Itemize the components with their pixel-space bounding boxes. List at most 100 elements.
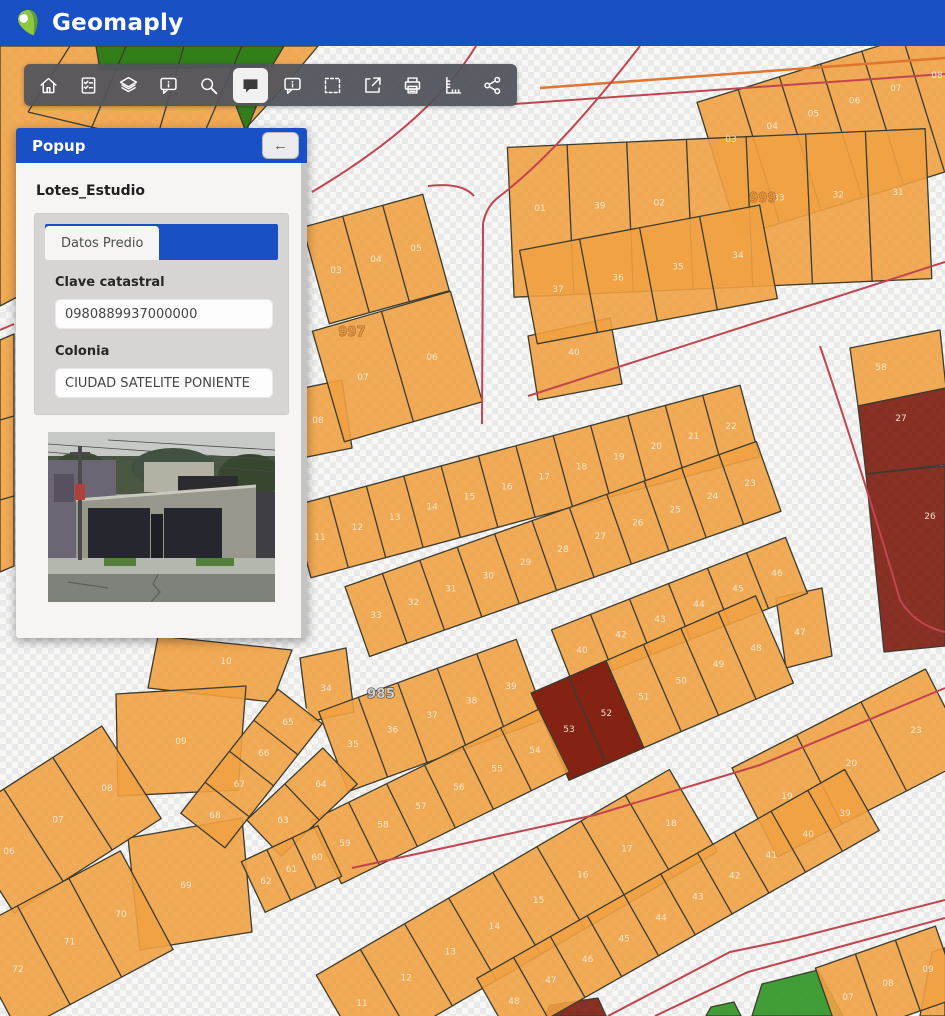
- parcel-number: 13: [445, 948, 456, 958]
- parcel-number: 66: [258, 749, 270, 759]
- parcel-number: 07: [890, 84, 901, 94]
- parcel-number: 58: [377, 820, 389, 830]
- parcel-number: 30: [482, 571, 494, 581]
- parcel-number: 41: [766, 851, 777, 861]
- print-icon[interactable]: [397, 70, 428, 101]
- parcel-number: 46: [582, 955, 594, 965]
- parcel-number: 50: [675, 676, 687, 686]
- parcel-number: 59: [339, 839, 351, 849]
- parcel-number: 35: [672, 262, 683, 272]
- parcel-number: 32: [833, 191, 844, 201]
- parcel-number: 54: [529, 746, 541, 756]
- parcel-number: 06: [849, 97, 861, 107]
- parcel-number: 12: [400, 973, 411, 983]
- parcel-number: 39: [594, 201, 606, 211]
- popup-back-button[interactable]: ←: [262, 132, 299, 159]
- parcel-number: 09: [922, 965, 934, 975]
- parcel-number: 02: [654, 199, 665, 209]
- parcel-number: 23: [744, 479, 755, 489]
- parcel-number: 56: [453, 783, 465, 793]
- popup-title: Popup: [32, 137, 85, 155]
- identify-info-icon[interactable]: [153, 70, 184, 101]
- parcel-number: 47: [545, 976, 556, 986]
- attributes-card: Datos Predio Clave catastral Colonia: [34, 213, 289, 415]
- parcel-number: 45: [732, 584, 743, 594]
- field-label: Colonia: [55, 344, 278, 359]
- parcel-number: 63: [277, 816, 288, 826]
- parcel-number: 24: [707, 492, 719, 502]
- parcel-number: 31: [445, 585, 456, 595]
- search-icon[interactable]: [193, 70, 224, 101]
- parcel-number: 32: [408, 598, 419, 608]
- parcel-number: 48: [508, 997, 520, 1007]
- comment-icon[interactable]: [233, 68, 268, 103]
- parcel-number: 70: [115, 910, 127, 920]
- measure-ruler-icon[interactable]: [437, 70, 468, 101]
- parcel-number: 49: [713, 660, 725, 670]
- parcel-number: 07: [842, 993, 853, 1003]
- parcel-number: 36: [612, 274, 624, 284]
- parcel-number: 39: [505, 682, 517, 692]
- app-header: Geomaply: [0, 0, 945, 46]
- parcel-number: 43: [654, 615, 665, 625]
- block-number-label: 997: [338, 325, 365, 340]
- field-value-input[interactable]: [55, 368, 273, 398]
- parcel-number: 03: [330, 266, 341, 276]
- parcel-number: 37: [552, 285, 563, 295]
- form-checklist-icon[interactable]: [73, 70, 104, 101]
- parcel-number: 52: [601, 709, 612, 719]
- parcel-number: 25: [669, 505, 680, 515]
- layers-icon[interactable]: [113, 70, 144, 101]
- parcel-number: 08: [101, 784, 113, 794]
- parcel-number: 18: [665, 819, 677, 829]
- parcel-number: 51: [638, 693, 649, 703]
- parcel-number: 16: [501, 483, 513, 493]
- parcel-number: 19: [613, 452, 625, 462]
- parcel-number: 61: [286, 865, 297, 875]
- parcel-number: 67: [234, 780, 245, 790]
- share-network-icon[interactable]: [477, 70, 508, 101]
- layer-name: Lotes_Estudio: [36, 183, 289, 199]
- parcel-number: 44: [693, 600, 705, 610]
- parcel-number: 45: [619, 934, 630, 944]
- parcel-number: 21: [688, 432, 699, 442]
- parcel-number: 14: [489, 922, 501, 932]
- parcel-number: 27: [895, 414, 906, 424]
- field-label: Clave catastral: [55, 275, 278, 290]
- parcel-number: 42: [729, 872, 740, 882]
- popup-scrollbar[interactable]: [301, 163, 307, 638]
- parcel-number: 34: [732, 251, 744, 261]
- select-rectangle-icon[interactable]: [317, 70, 348, 101]
- parcel-number: 09: [175, 737, 187, 747]
- parcel-number: 40: [802, 830, 814, 840]
- parcel-number: 22: [725, 422, 736, 432]
- parcel-number: 62: [260, 877, 271, 887]
- parcel-number: 39: [839, 809, 851, 819]
- parcel-number: 19: [781, 792, 793, 802]
- parcel-number: 69: [180, 881, 192, 891]
- popup-info-icon[interactable]: [277, 70, 308, 101]
- app-title: Geomaply: [52, 10, 184, 36]
- parcel-number: 57: [415, 802, 426, 812]
- parcel-number: 60: [311, 853, 323, 863]
- home-icon[interactable]: [33, 70, 64, 101]
- tab-datos-predio[interactable]: Datos Predio: [45, 226, 159, 260]
- parcel-number: 07: [357, 373, 368, 383]
- export-share-icon[interactable]: [357, 70, 388, 101]
- parcel-number: 28: [557, 545, 569, 555]
- attribute-fields: Clave catastral Colonia: [45, 275, 278, 398]
- parcel-number: 16: [577, 870, 589, 880]
- parcel-number: 58: [875, 363, 887, 373]
- parcel-number: 04: [766, 122, 778, 132]
- block-number-label: 985: [367, 686, 395, 702]
- map-parcel[interactable]: [0, 334, 14, 572]
- parcel-number: 17: [538, 473, 549, 483]
- parcel-number: 53: [563, 725, 574, 735]
- parcel-number: 08: [931, 71, 943, 81]
- parcel-number: 07: [52, 816, 63, 826]
- parcel-number: 43: [692, 893, 703, 903]
- property-photo: [48, 432, 275, 602]
- parcel-number: 29: [520, 558, 532, 568]
- parcel-number: 05: [808, 109, 819, 119]
- field-value-input[interactable]: [55, 299, 273, 329]
